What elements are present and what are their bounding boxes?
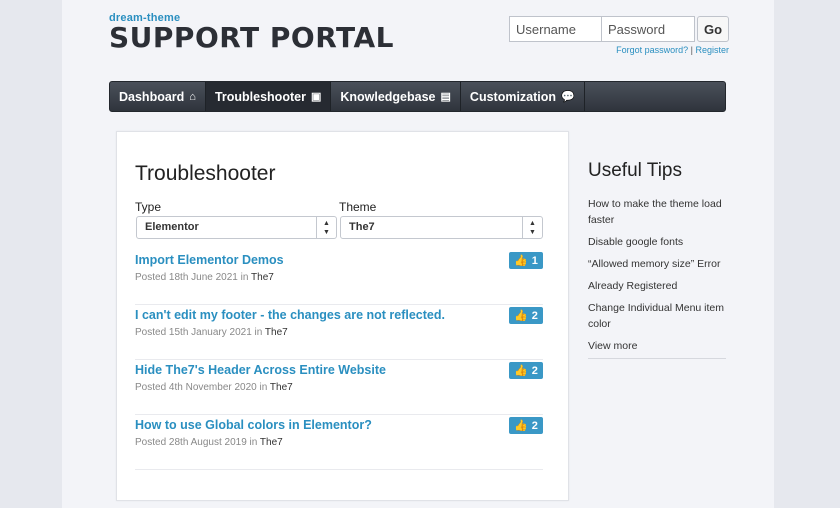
vote-button[interactable]: 👍 2: [509, 362, 543, 379]
nav-label: Troubleshooter: [214, 89, 306, 104]
post-title-link[interactable]: How to use Global colors in Elementor?: [135, 418, 372, 432]
list-item: How to use Global colors in Elementor? P…: [135, 415, 543, 470]
login-links: Forgot password? | Register: [509, 45, 729, 55]
toolbox-icon: ▣: [310, 91, 322, 103]
post-theme: The7: [264, 327, 288, 338]
brand-title: SUPPORT PORTAL: [109, 21, 394, 54]
thumbs-up-icon: 👍: [514, 310, 528, 322]
post-date: Posted 28th August 2019 in: [135, 437, 260, 448]
post-meta: Posted 28th August 2019 in The7: [135, 437, 283, 448]
page-title: Troubleshooter: [135, 162, 276, 185]
tip-link[interactable]: How to make the theme load faster: [588, 196, 726, 228]
vote-count: 2: [531, 364, 538, 377]
thumbs-up-icon: 👍: [514, 420, 528, 432]
brand-logo[interactable]: dream-theme SUPPORT PORTAL: [109, 12, 394, 54]
list-item: Hide The7's Header Across Entire Website…: [135, 360, 543, 415]
nav-knowledgebase[interactable]: Knowledgebase ▤: [331, 82, 461, 111]
book-icon: ▤: [440, 91, 451, 103]
theme-select-value: The7: [349, 221, 375, 233]
vote-button[interactable]: 👍 2: [509, 307, 543, 324]
post-title-link[interactable]: Import Elementor Demos: [135, 253, 284, 267]
chat-icon: 💬: [561, 91, 575, 103]
post-theme: The7: [251, 272, 274, 283]
post-list: Import Elementor Demos Posted 18th June …: [135, 250, 543, 470]
post-title-link[interactable]: Hide The7's Header Across Entire Website: [135, 363, 386, 377]
view-more-link[interactable]: View more: [588, 338, 726, 354]
type-label: Type: [135, 200, 162, 214]
type-select-value: Elementor: [145, 221, 199, 233]
theme-select[interactable]: The7 ▲ ▼: [340, 216, 543, 239]
post-theme: The7: [259, 437, 283, 448]
post-date: Posted 15th January 2021 in: [135, 327, 265, 338]
post-title-link[interactable]: I can't edit my footer - the changes are…: [135, 308, 445, 322]
post-date: Posted 18th June 2021 in: [135, 272, 252, 283]
list-item: I can't edit my footer - the changes are…: [135, 305, 543, 360]
select-arrows-icon: ▲ ▼: [522, 217, 542, 238]
divider: [588, 358, 726, 359]
post-meta: Posted 18th June 2021 in The7: [135, 272, 274, 283]
vote-button[interactable]: 👍 1: [509, 252, 543, 269]
post-theme: The7: [269, 382, 293, 393]
tip-link[interactable]: Already Registered: [588, 278, 726, 294]
useful-tips-sidebar: Useful Tips How to make the theme load f…: [588, 160, 726, 359]
nav-label: Customization: [469, 89, 557, 104]
post-meta: Posted 4th November 2020 in The7: [135, 382, 293, 393]
home-icon: ⌂: [189, 90, 196, 103]
list-item: Import Elementor Demos Posted 18th June …: [135, 250, 543, 305]
select-arrows-icon: ▲ ▼: [316, 217, 336, 238]
post-date: Posted 4th November 2020 in: [135, 382, 270, 393]
post-meta: Posted 15th January 2021 in The7: [135, 327, 288, 338]
vote-count: 2: [531, 309, 538, 322]
tip-link[interactable]: Change Individual Menu item color: [588, 300, 726, 332]
vote-count: 1: [531, 254, 538, 267]
thumbs-up-icon: 👍: [514, 365, 528, 377]
forgot-password-link[interactable]: Forgot password?: [616, 45, 688, 55]
login-form: Go Forgot password? | Register: [509, 16, 729, 55]
nav-label: Dashboard: [119, 89, 185, 104]
thumbs-up-icon: 👍: [514, 255, 528, 267]
vote-count: 2: [531, 419, 538, 432]
type-select[interactable]: Elementor ▲ ▼: [136, 216, 337, 239]
tip-link[interactable]: Disable google fonts: [588, 234, 726, 250]
theme-label: Theme: [339, 200, 377, 214]
password-input[interactable]: [602, 16, 695, 42]
vote-button[interactable]: 👍 2: [509, 417, 543, 434]
nav-dashboard[interactable]: Dashboard ⌂: [110, 82, 206, 111]
sidebar-title: Useful Tips: [588, 160, 682, 181]
nav-customization[interactable]: Customization 💬: [461, 82, 585, 111]
go-button[interactable]: Go: [697, 16, 729, 42]
register-link[interactable]: Register: [695, 45, 729, 55]
nav-troubleshooter[interactable]: Troubleshooter ▣: [205, 82, 332, 111]
main-nav: Dashboard ⌂ Troubleshooter ▣ Knowledgeba…: [109, 81, 726, 112]
username-input[interactable]: [509, 16, 602, 42]
tip-link[interactable]: “Allowed memory size” Error: [588, 256, 726, 272]
troubleshooter-card: Troubleshooter Type Elementor ▲ ▼ Theme T…: [116, 131, 569, 501]
nav-label: Knowledgebase: [340, 89, 436, 104]
